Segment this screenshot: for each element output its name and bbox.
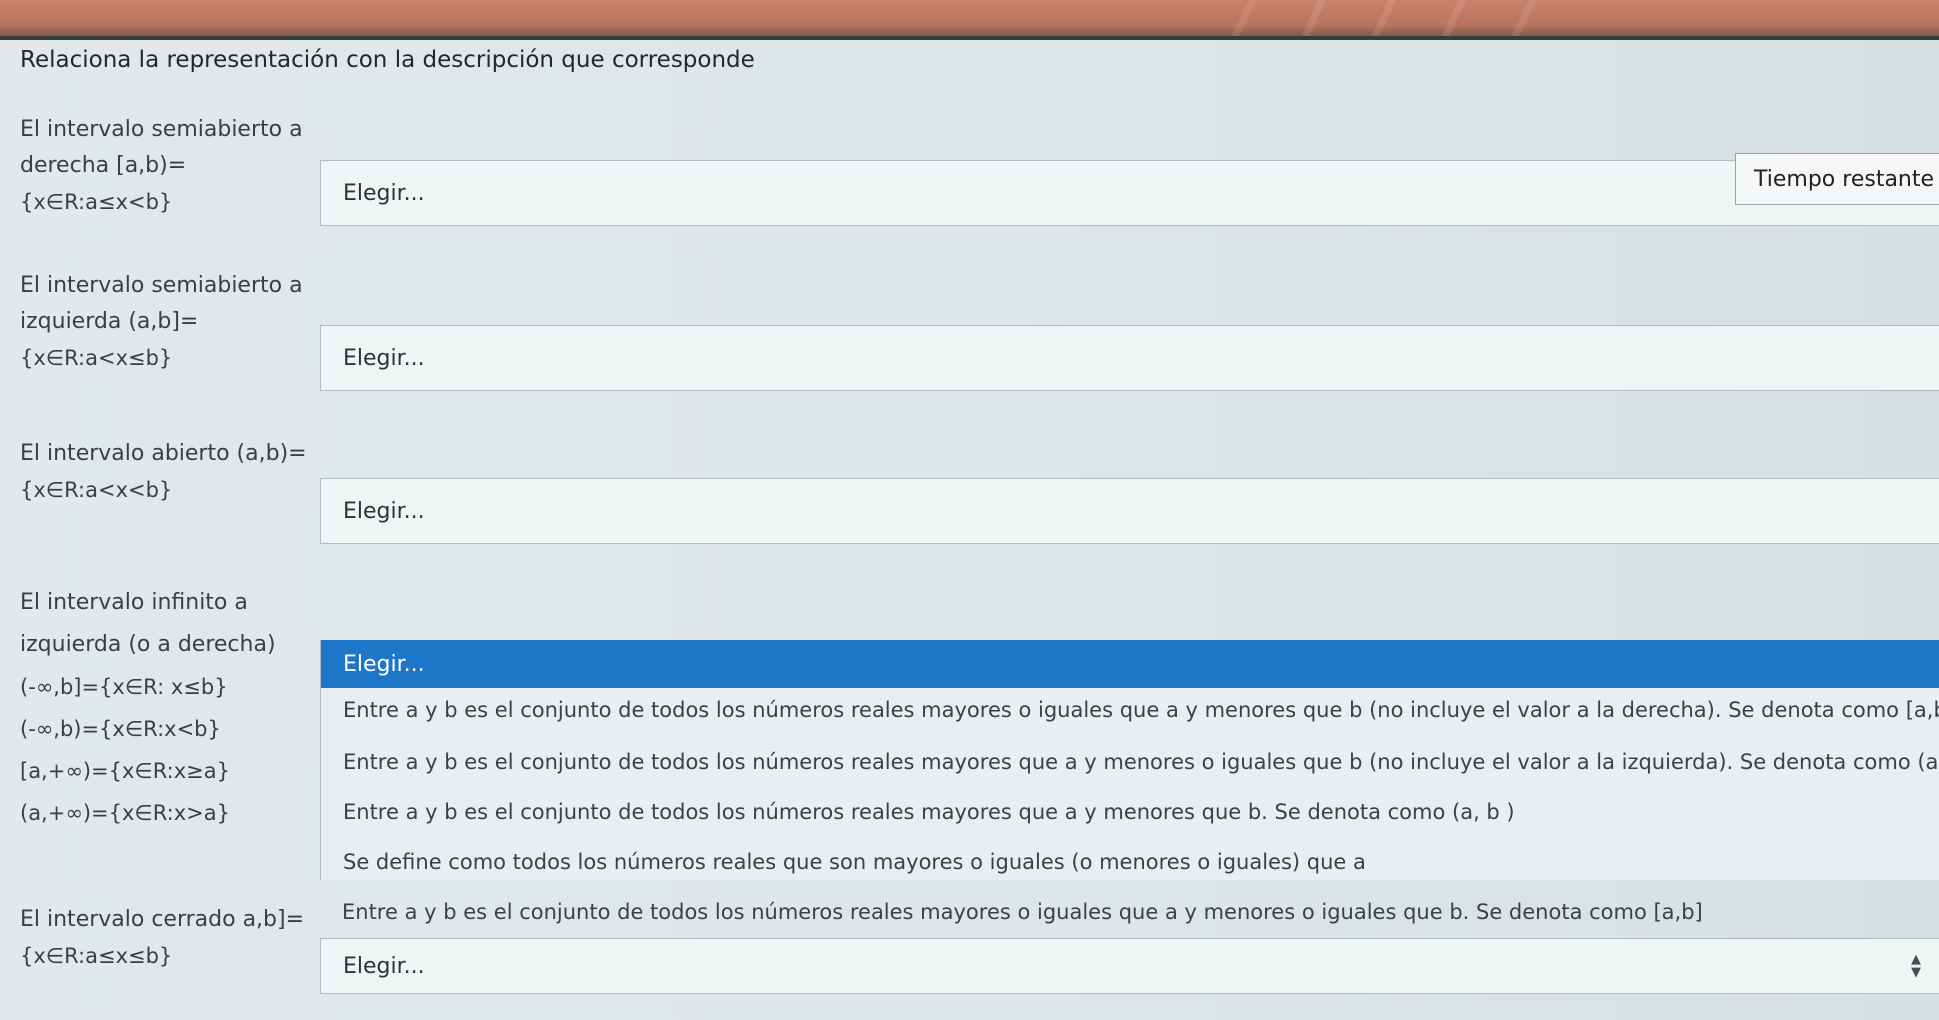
decor-stripe [1371, 0, 1397, 36]
up-down-arrow-icon: ▲ ▼ [1911, 952, 1921, 980]
term-line: izquierda (a,b]= [20, 309, 199, 334]
term-intervalo-infinito: El intervalo infinito a izquierda (o a d… [20, 582, 276, 834]
term-semiabierto-derecha: El intervalo semiabierto a derecha [a,b)… [20, 112, 303, 220]
decor-stripe [1441, 0, 1467, 36]
term-line: El intervalo cerrado a,b]= [20, 907, 305, 932]
term-set-notation: {x∈R:a≤x<b} [20, 190, 173, 214]
select-value: Elegir... [343, 180, 425, 206]
term-intervalo-abierto: El intervalo abierto (a,b)= {x∈R:a<x<b} [20, 436, 307, 508]
answer-select-2[interactable]: Elegir... [320, 325, 1939, 391]
dropdown-option[interactable]: Entre a y b es el conjunto de todos los … [343, 698, 1939, 722]
answer-select-1[interactable]: Elegir... [320, 160, 1939, 226]
term-intervalo-cerrado: El intervalo cerrado a,b]= {x∈R:a≤x≤b} [20, 902, 304, 974]
answer-dropdown-list[interactable]: Elegir... Entre a y b es el conjunto de … [320, 640, 1939, 880]
term-set-notation: (-∞,b)={x∈R:x<b} [20, 717, 221, 741]
dropdown-option[interactable]: Se define como todos los números reales … [343, 850, 1366, 874]
answer-select-3[interactable]: Elegir... [320, 478, 1939, 544]
browser-top-bar [0, 0, 1939, 36]
term-line: El intervalo semiabierto a [20, 117, 303, 142]
select-value: Elegir... [343, 498, 425, 524]
answer-select-5[interactable]: Elegir... ▲ ▼ [320, 938, 1939, 994]
time-remaining-label: Tiempo restante 0 [1754, 166, 1939, 192]
term-set-notation: (-∞,b]={x∈R: x≤b} [20, 675, 228, 699]
term-set-notation: {x∈R:a<x<b} [20, 478, 173, 502]
decor-stripe [1231, 0, 1257, 36]
term-set-notation: {x∈R:a<x≤b} [20, 346, 173, 370]
term-set-notation: [a,+∞)={x∈R:x≥a} [20, 759, 230, 783]
select-value: Elegir... [343, 345, 425, 371]
time-remaining-box: Tiempo restante 0 [1735, 153, 1939, 205]
term-line: El intervalo semiabierto a [20, 273, 303, 298]
decor-stripe [1301, 0, 1327, 36]
select-value: Elegir... [343, 953, 425, 979]
term-semiabierto-izquierda: El intervalo semiabierto a izquierda (a,… [20, 268, 303, 376]
dropdown-option-elegir[interactable]: Elegir... [321, 640, 1939, 688]
term-line: derecha [a,b)= [20, 153, 187, 178]
decor-stripe [1511, 0, 1537, 36]
term-line: El intervalo infinito a [20, 590, 248, 615]
dropdown-option[interactable]: Entre a y b es el conjunto de todos los … [342, 900, 1703, 924]
term-line: izquierda (o a derecha) [20, 632, 276, 657]
dropdown-option[interactable]: Entre a y b es el conjunto de todos los … [343, 800, 1515, 824]
term-set-notation: (a,+∞)={x∈R:x>a} [20, 801, 230, 825]
question-title: Relaciona la representación con la descr… [20, 47, 755, 73]
dropdown-option[interactable]: Entre a y b es el conjunto de todos los … [343, 750, 1939, 774]
term-line: El intervalo abierto (a,b)= [20, 441, 307, 466]
term-set-notation: {x∈R:a≤x≤b} [20, 944, 173, 968]
